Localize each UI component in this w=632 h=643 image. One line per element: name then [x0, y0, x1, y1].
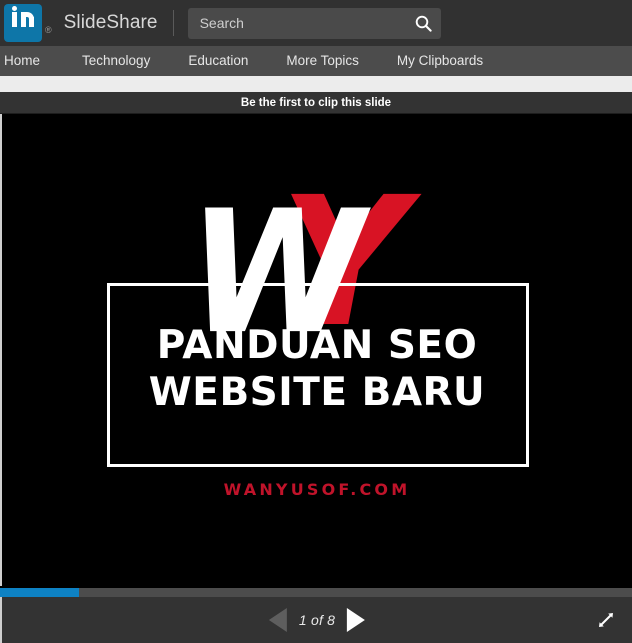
player-control-bar: 1 of 8 [0, 597, 632, 643]
chevron-right-icon [347, 608, 366, 632]
page-indicator: 1 of 8 [298, 612, 336, 628]
previous-slide-button[interactable] [267, 608, 289, 632]
linkedin-logo-dot [12, 6, 17, 11]
slide-navigation-controls: 1 of 8 [267, 608, 367, 632]
main-navigation: Home Technology Education More Topics My… [0, 46, 632, 76]
chevron-left-icon [268, 608, 287, 632]
linkedin-logo-icon[interactable] [4, 4, 42, 42]
search-input[interactable] [187, 7, 441, 39]
slide-website-url: WANYUSOF.COM [223, 480, 411, 499]
nav-item-education[interactable]: Education [188, 46, 248, 76]
fullscreen-expand-icon [599, 613, 613, 627]
slide-progress-bar[interactable] [0, 588, 632, 597]
slide-progress-fill [0, 588, 79, 597]
nav-item-my-clipboards[interactable]: My Clipboards [397, 46, 483, 76]
registered-trademark-mark: ® [45, 25, 52, 35]
linkedin-logo-i-stem [12, 12, 17, 27]
next-slide-button[interactable] [345, 608, 367, 632]
wy-logo-letter-w: W [188, 173, 365, 372]
search-icon [415, 15, 432, 32]
fullscreen-button[interactable] [594, 608, 618, 632]
top-header: ® SlideShare [0, 0, 632, 46]
search-bar[interactable] [187, 7, 441, 39]
slide-title-line-2: WEBSITE BARU [148, 370, 486, 415]
slideshare-brand-link[interactable]: SlideShare [64, 12, 158, 34]
linkedin-logo-n-leg [29, 17, 34, 27]
slideshare-page: ® SlideShare Home Technology Education M… [0, 0, 632, 643]
nav-item-home[interactable]: Home [4, 46, 40, 76]
slide-image: Y W PANDUAN SEO WEBSITE BARU WANYUSOF.CO… [2, 114, 632, 586]
slide-stage[interactable]: Y W PANDUAN SEO WEBSITE BARU WANYUSOF.CO… [0, 114, 632, 586]
header-divider [172, 10, 174, 36]
search-button[interactable] [413, 12, 435, 34]
nav-item-technology[interactable]: Technology [82, 46, 150, 76]
page-background-strip [0, 76, 632, 92]
clip-slide-banner[interactable]: Be the first to clip this slide [0, 92, 632, 114]
nav-item-more-topics[interactable]: More Topics [286, 46, 359, 76]
